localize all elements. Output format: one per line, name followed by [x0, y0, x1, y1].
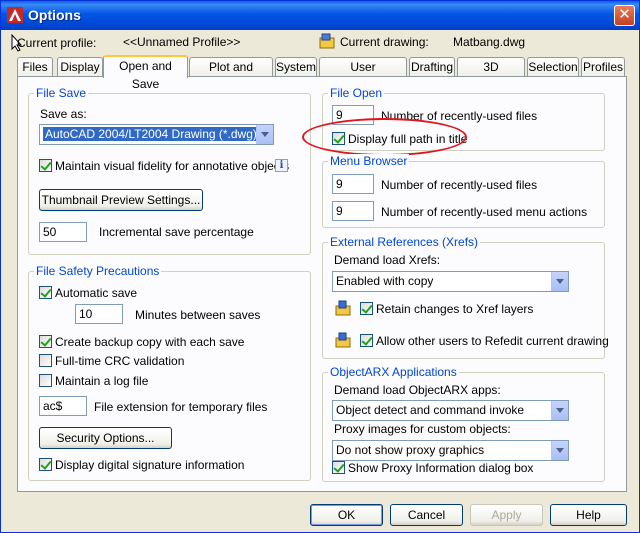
- xrefs-title: External References (Xrefs): [328, 235, 481, 249]
- digital-signature-checkbox[interactable]: [39, 458, 52, 471]
- chevron-down-icon[interactable]: [551, 272, 568, 291]
- chevron-down-icon[interactable]: [551, 401, 568, 420]
- drawing-file-icon: [319, 33, 335, 49]
- demand-load-xrefs-label: Demand load Xrefs:: [334, 253, 441, 267]
- window-title: Options: [28, 7, 81, 23]
- tab-profiles[interactable]: Profiles: [581, 57, 625, 77]
- current-drawing-value: Matbang.dwg: [453, 35, 526, 49]
- incremental-save-label: Incremental save percentage: [99, 225, 254, 239]
- tab-system[interactable]: System: [275, 57, 317, 77]
- tab-files[interactable]: Files: [17, 57, 53, 77]
- help-button[interactable]: Help: [550, 504, 627, 526]
- crc-validation-checkbox[interactable]: [39, 354, 52, 367]
- minutes-between-saves-input[interactable]: 10: [75, 304, 123, 324]
- proxy-dialog-label: Show Proxy Information dialog box: [348, 461, 534, 475]
- automatic-save-label: Automatic save: [55, 286, 138, 300]
- autocad-app-icon: [7, 7, 23, 23]
- tab-strip: Files Display Open and Save Plot and Pub…: [1, 55, 640, 92]
- backup-copy-label: Create backup copy with each save: [55, 335, 245, 349]
- tab-user-preferences[interactable]: User Preferences: [319, 57, 407, 92]
- tab-plot-and-publish[interactable]: Plot and Publish: [189, 57, 273, 92]
- demand-load-arx-value: Object detect and command invoke: [336, 403, 525, 417]
- incremental-save-input[interactable]: 50: [39, 222, 87, 242]
- objectarx-title: ObjectARX Applications: [328, 365, 459, 379]
- chevron-down-icon[interactable]: [256, 125, 273, 144]
- info-icon[interactable]: i: [275, 159, 288, 172]
- visual-fidelity-label: Maintain visual fidelity for annotative …: [55, 159, 290, 173]
- menu-recent-actions-label: Number of recently-used menu actions: [381, 205, 588, 219]
- retain-xref-changes-label: Retain changes to Xref layers: [376, 302, 534, 316]
- cancel-button[interactable]: Cancel: [390, 504, 463, 526]
- crc-validation-label: Full-time CRC validation: [55, 354, 185, 368]
- security-options-button[interactable]: Security Options...: [39, 427, 172, 449]
- highlight-annotation: [302, 118, 467, 156]
- minutes-between-saves-label: Minutes between saves: [135, 308, 261, 322]
- title-bar[interactable]: Options ✕: [1, 1, 639, 30]
- current-profile-value: <<Unnamed Profile>>: [123, 35, 241, 49]
- visual-fidelity-checkbox[interactable]: [39, 159, 52, 172]
- tab-selection[interactable]: Selection: [527, 57, 579, 77]
- current-drawing-label: Current drawing:: [340, 35, 429, 49]
- proxy-images-label: Proxy images for custom objects:: [334, 422, 511, 436]
- refedit-icon: [335, 332, 351, 348]
- log-file-checkbox[interactable]: [39, 374, 52, 387]
- file-safety-title: File Safety Precautions: [34, 264, 162, 278]
- backup-copy-checkbox[interactable]: [39, 335, 52, 348]
- file-save-title: File Save: [34, 86, 89, 100]
- menu-recent-actions-input[interactable]: 9: [332, 201, 374, 221]
- tab-3d-modeling[interactable]: 3D Modeling: [457, 57, 525, 92]
- current-profile-label: Current profile:: [17, 36, 97, 50]
- menu-recent-files-input[interactable]: 9: [332, 174, 374, 194]
- demand-load-arx-dropdown[interactable]: Object detect and command invoke: [332, 400, 569, 421]
- close-button[interactable]: ✕: [614, 5, 635, 26]
- proxy-images-value: Do not show proxy graphics: [336, 443, 485, 457]
- xref-layers-icon: [335, 300, 351, 316]
- proxy-images-dropdown[interactable]: Do not show proxy graphics: [332, 440, 569, 461]
- thumbnail-preview-settings-button[interactable]: Thumbnail Preview Settings...: [39, 189, 203, 211]
- tab-drafting[interactable]: Drafting: [409, 57, 455, 77]
- menu-browser-title: Menu Browser: [328, 154, 410, 168]
- tab-open-and-save[interactable]: Open and Save: [103, 55, 188, 91]
- allow-refedit-checkbox[interactable]: [360, 334, 373, 347]
- allow-refedit-label: Allow other users to Refedit current dra…: [376, 334, 609, 348]
- temp-file-extension-input[interactable]: ac$: [39, 396, 87, 416]
- digital-signature-label: Display digital signature information: [55, 458, 245, 472]
- demand-load-xrefs-value: Enabled with copy: [336, 274, 434, 288]
- proxy-dialog-checkbox[interactable]: [332, 461, 345, 474]
- demand-load-arx-label: Demand load ObjectARX apps:: [334, 383, 501, 397]
- save-as-label: Save as:: [40, 107, 87, 121]
- menu-recent-files-label: Number of recently-used files: [381, 178, 538, 192]
- save-as-value: AutoCAD 2004/LT2004 Drawing (*.dwg): [43, 127, 259, 141]
- automatic-save-checkbox[interactable]: [39, 286, 52, 299]
- options-dialog: Options ✕ Current profile: <<Unnamed Pro…: [0, 0, 640, 533]
- retain-xref-changes-checkbox[interactable]: [360, 302, 373, 315]
- demand-load-xrefs-dropdown[interactable]: Enabled with copy: [332, 271, 569, 292]
- tab-display[interactable]: Display: [57, 57, 103, 77]
- file-open-title: File Open: [328, 86, 385, 100]
- temp-file-extension-label: File extension for temporary files: [94, 400, 268, 414]
- apply-button[interactable]: Apply: [470, 504, 543, 526]
- ok-button[interactable]: OK: [310, 504, 383, 526]
- chevron-down-icon[interactable]: [551, 441, 568, 460]
- log-file-label: Maintain a log file: [55, 374, 149, 388]
- save-as-dropdown[interactable]: AutoCAD 2004/LT2004 Drawing (*.dwg): [39, 124, 274, 145]
